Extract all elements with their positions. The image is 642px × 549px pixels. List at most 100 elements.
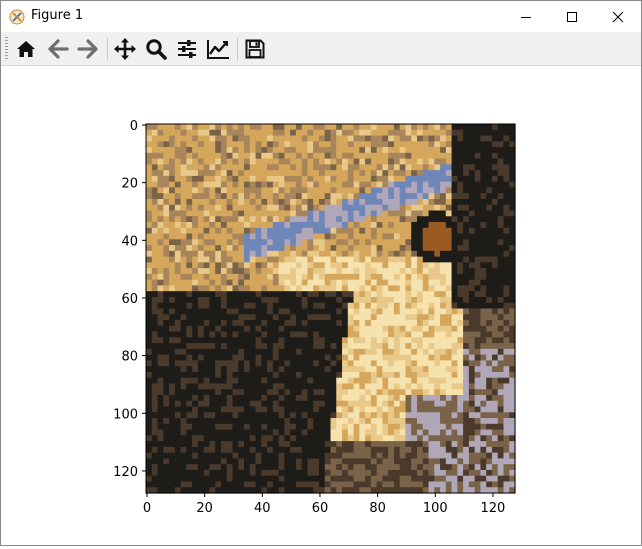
image-pixel [295,170,303,177]
image-pixel [347,389,355,396]
image-pixel [157,296,164,304]
image-pixel [416,475,424,483]
image-pixel [169,152,176,160]
image-pixel [388,296,395,304]
image-pixel [468,441,476,448]
image-pixel [290,204,297,212]
image-pixel [255,320,262,327]
image-pixel [295,452,303,460]
image-pixel [399,302,407,310]
image-pixel [192,383,199,390]
image-pixel [261,331,268,338]
image-pixel [249,475,257,483]
image-pixel [290,175,297,183]
image-pixel [405,279,412,287]
y-tick-label: 80 [121,350,138,365]
minimize-button[interactable] [503,1,549,32]
image-pixel [226,360,234,367]
image-pixel [313,256,320,263]
image-pixel [284,147,291,154]
image-pixel [255,423,262,431]
title-bar[interactable]: Figure 1 [1,1,641,32]
image-pixel [226,337,234,344]
image-pixel [186,377,193,385]
image-pixel [457,400,464,408]
image-pixel [497,423,505,431]
image-pixel [220,129,228,137]
image-pixel [416,285,424,292]
image-pixel [330,135,337,142]
image-pixel [249,233,257,240]
image-pixel [393,343,401,350]
image-pixel [457,366,464,373]
image-pixel [215,371,222,379]
image-pixel [491,135,499,142]
image-pixel [267,354,274,361]
image-pixel [388,418,395,425]
image-pixel [174,250,182,258]
image-pixel [440,435,447,442]
image-pixel [416,222,424,229]
edit-axis-button[interactable] [205,36,231,62]
image-pixel [480,291,487,298]
image-pixel [497,320,505,327]
configure-subplots-button[interactable] [174,36,200,62]
image-pixel [174,239,182,246]
image-pixel [463,129,470,137]
image-pixel [347,129,355,137]
image-pixel [203,175,211,183]
image-pixel [440,164,447,171]
maximize-button[interactable] [549,1,595,32]
close-button[interactable] [595,1,641,32]
image-pixel [347,441,355,448]
image-pixel [318,320,326,327]
image-pixel [434,193,441,200]
image-pixel [267,135,274,142]
image-pixel [169,435,176,442]
image-pixel [451,187,458,194]
image-pixel [411,337,418,344]
image-pixel [474,152,482,160]
figure-canvas[interactable]: 0 20 40 60 80 100 120 0 20 40 60 80 100 120 [1,66,641,545]
image-pixel [468,250,476,258]
image-pixel [203,337,211,344]
image-pixel [290,464,297,471]
image-pixel [232,245,239,252]
image-pixel [203,147,211,154]
image-pixel [307,348,314,356]
image-pixel [388,181,395,189]
image-pixel [146,204,153,212]
image-pixel [474,164,482,171]
image-plot[interactable] [146,124,516,494]
image-pixel [301,262,309,269]
image-pixel [301,239,309,246]
axes-svg[interactable]: 0 20 40 60 80 100 120 020406080100120 [1,66,641,545]
image-pixel [163,348,170,356]
image-pixel [330,256,337,263]
image-pixel [220,383,228,390]
forward-button[interactable] [75,36,101,62]
image-pixel [457,147,464,154]
image-pixel [370,216,378,223]
image-pixel [468,331,476,338]
image-pixel [146,141,153,148]
image-pixel [267,296,274,304]
image-pixel [411,452,418,460]
zoom-button[interactable] [143,36,169,62]
image-pixel [445,187,453,194]
toolbar-grip[interactable] [5,37,8,61]
image-pixel [249,418,257,425]
pan-button[interactable] [112,36,138,62]
image-pixel [353,233,360,240]
image-pixel [365,250,372,258]
image-pixel [290,371,297,379]
image-pixel [457,170,464,177]
image-pixel [491,354,499,361]
save-button[interactable] [242,36,268,62]
back-button[interactable] [45,36,71,62]
image-pixel [324,268,332,275]
image-pixel [497,452,505,460]
home-button[interactable] [13,36,39,62]
image-pixel [232,435,239,442]
image-pixel [278,418,285,425]
